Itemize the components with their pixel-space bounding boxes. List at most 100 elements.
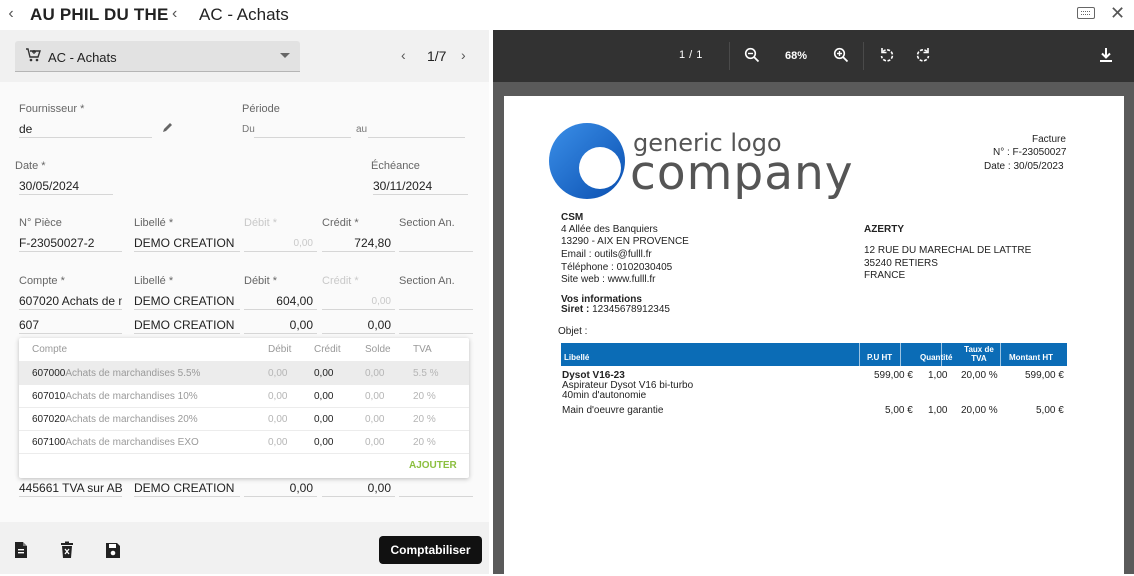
- th-libelle: Libellé: [564, 353, 590, 362]
- piece-libelle-input[interactable]: DEMO CREATION: [134, 233, 240, 252]
- edit-icon[interactable]: [161, 121, 174, 134]
- line-libelle-input[interactable]: DEMO CREATION: [134, 315, 240, 334]
- item-pu: 599,00 €: [874, 370, 913, 381]
- journal-select-value: AC - Achats: [48, 50, 117, 65]
- pdf-viewer: 1 / 1 68% generic logo company Facture N…: [493, 30, 1134, 576]
- date-input[interactable]: 30/05/2024: [19, 176, 113, 195]
- option-solde: 0,00: [365, 414, 385, 425]
- option-number: 607000: [32, 368, 66, 379]
- option-debit: 0,00: [268, 368, 288, 379]
- siret-value: 12345678912345: [589, 304, 670, 315]
- line-debit-input[interactable]: 0,00: [244, 478, 317, 497]
- line-section-label: Section An.: [399, 275, 455, 287]
- line-credit-input[interactable]: 0,00: [322, 478, 395, 497]
- line-credit-label: Crédit *: [322, 275, 359, 287]
- delete-icon[interactable]: [59, 541, 75, 559]
- line-compte-input[interactable]: 445661 TVA sur ABS: [19, 478, 122, 497]
- item-desc: 40min d'autonomie: [562, 390, 647, 401]
- periode-du-input[interactable]: [254, 119, 351, 138]
- document-icon[interactable]: [13, 541, 29, 559]
- sender-name: CSM: [561, 212, 584, 223]
- dd-header-tva: TVA: [413, 344, 432, 355]
- piece-debit-input: 0,00: [244, 233, 317, 252]
- item-taux: 20,00 %: [961, 405, 998, 416]
- line-debit-label: Débit *: [244, 275, 278, 287]
- close-icon[interactable]: ✕: [1110, 3, 1125, 24]
- previous-page-button[interactable]: ‹: [401, 47, 406, 63]
- periode-au-label: au: [356, 124, 368, 135]
- echeance-input[interactable]: 30/11/2024: [373, 176, 468, 195]
- line-compte-input[interactable]: 607: [19, 315, 122, 334]
- zoom-out-icon[interactable]: [744, 47, 760, 63]
- toolbar-separator: [729, 42, 730, 70]
- line-section-input[interactable]: [399, 315, 473, 334]
- dropdown-option[interactable]: 607020Achats de marchandises 20% 0,00 0,…: [19, 407, 469, 430]
- option-debit: 0,00: [268, 414, 288, 425]
- keyboard-icon[interactable]: [1077, 7, 1095, 19]
- piece-section-label: Section An.: [399, 217, 455, 229]
- back-icon[interactable]: ‹: [4, 5, 18, 23]
- compte-label: Compte *: [19, 275, 65, 287]
- journal-select[interactable]: AC - Achats: [15, 41, 300, 72]
- zoom-in-icon[interactable]: [833, 47, 849, 63]
- chevron-down-icon: [280, 53, 290, 58]
- line-libelle-input[interactable]: DEMO CREATION: [134, 478, 240, 497]
- option-solde: 0,00: [365, 437, 385, 448]
- recipient-country: FRANCE: [864, 270, 906, 281]
- doc-date: Date : 30/05/2023: [984, 161, 1064, 172]
- account-dropdown: Compte Débit Crédit Solde TVA 607000Acha…: [19, 338, 469, 478]
- pager-indicator: 1/7: [427, 48, 447, 64]
- objet-label: Objet :: [558, 326, 588, 337]
- option-tva: 20 %: [413, 437, 436, 448]
- siret-line: Siret : 12345678912345: [561, 304, 670, 316]
- num-piece-label: N° Pièce: [19, 217, 62, 229]
- comptabiliser-button[interactable]: Comptabiliser: [379, 536, 482, 564]
- doc-type: Facture: [1032, 134, 1066, 145]
- line-debit-input[interactable]: 0,00: [244, 315, 317, 334]
- option-number: 607020: [32, 414, 66, 425]
- th-divider: [941, 343, 942, 366]
- option-tva: 20 %: [413, 414, 436, 425]
- journal-back-icon[interactable]: ‹: [172, 5, 177, 23]
- item-pu: 5,00 €: [885, 405, 913, 416]
- periode-label: Période: [242, 103, 280, 115]
- option-label: Achats de marchandises 20%: [65, 414, 198, 425]
- add-account-button[interactable]: AJOUTER: [409, 460, 457, 471]
- line-section-input[interactable]: [399, 291, 473, 310]
- line-libelle-input[interactable]: DEMO CREATION: [134, 291, 240, 310]
- option-number: 607010: [32, 391, 66, 402]
- item-qte: 1,00: [928, 405, 948, 416]
- periode-au-input[interactable]: [368, 119, 465, 138]
- th-taux-line2: TVA: [971, 354, 987, 363]
- option-credit: 0,00: [314, 391, 334, 402]
- line-credit-input[interactable]: 0,00: [322, 315, 395, 334]
- num-piece-input[interactable]: F-23050027-2: [19, 233, 122, 252]
- sender-email: Email : outils@fulll.fr: [561, 249, 652, 260]
- piece-libelle-label: Libellé *: [134, 217, 174, 229]
- line-section-input[interactable]: [399, 478, 473, 497]
- save-icon[interactable]: [105, 541, 121, 559]
- date-label: Date *: [15, 160, 46, 172]
- sender-address1: 4 Allée des Banquiers: [561, 224, 658, 235]
- download-icon[interactable]: [1098, 47, 1114, 63]
- dd-header-debit: Débit: [268, 344, 292, 355]
- line-libelle-label: Libellé *: [134, 275, 174, 287]
- fournisseur-input[interactable]: de: [19, 119, 152, 138]
- dropdown-option[interactable]: 607000Achats de marchandises 5.5% 0,00 0…: [19, 361, 469, 384]
- rotate-right-icon[interactable]: [915, 47, 931, 63]
- line-compte-input[interactable]: 607020 Achats de m: [19, 291, 122, 310]
- dropdown-option[interactable]: 607010Achats de marchandises 10% 0,00 0,…: [19, 384, 469, 407]
- th-taux-line1: Taux de: [964, 345, 994, 354]
- th-pu: P.U HT: [867, 353, 893, 362]
- piece-credit-input[interactable]: 724,80: [322, 233, 395, 252]
- rotate-left-icon[interactable]: [879, 47, 895, 63]
- line-debit-input[interactable]: 604,00: [244, 291, 317, 310]
- top-bar: ‹ AU PHIL DU THE ‹ AC - Achats ✕: [0, 0, 1134, 30]
- piece-section-input[interactable]: [399, 233, 473, 252]
- echeance-label: Échéance: [371, 160, 420, 172]
- dropdown-option[interactable]: 607100Achats de marchandises EXO 0,00 0,…: [19, 430, 469, 453]
- option-solde: 0,00: [365, 391, 385, 402]
- option-label: Achats de marchandises 10%: [65, 391, 198, 402]
- next-page-button[interactable]: ›: [461, 47, 466, 63]
- option-credit: 0,00: [314, 368, 334, 379]
